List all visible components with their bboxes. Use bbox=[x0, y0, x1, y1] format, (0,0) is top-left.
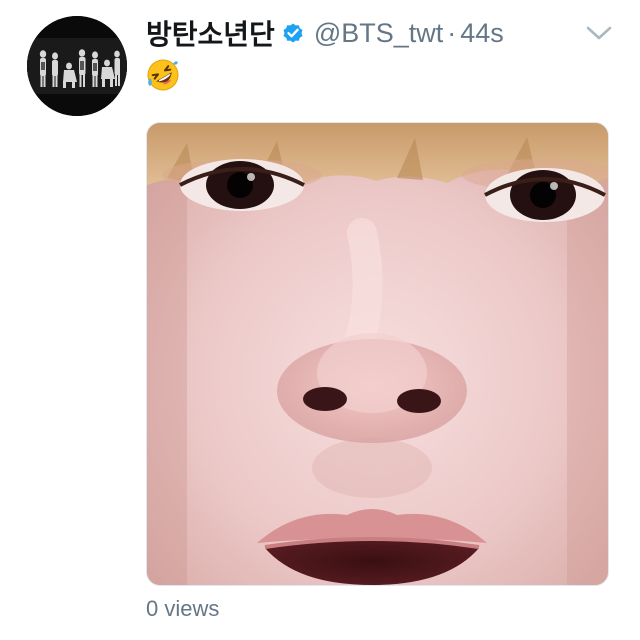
display-name[interactable]: 방탄소년단 bbox=[146, 13, 275, 53]
tweet-header: 방탄소년단 @BTS_twt · 44s bbox=[146, 13, 504, 53]
rolling-on-the-floor-laughing-emoji-icon bbox=[146, 58, 180, 92]
timestamp[interactable]: 44s bbox=[460, 18, 504, 49]
user-handle[interactable]: @BTS_twt bbox=[314, 18, 443, 49]
verified-badge-icon bbox=[281, 21, 305, 45]
view-count: 0 views bbox=[146, 596, 220, 621]
face-closeup-image bbox=[147, 123, 608, 585]
avatar-group-photo bbox=[27, 16, 127, 116]
avatar[interactable] bbox=[27, 16, 127, 116]
separator-dot: · bbox=[447, 17, 457, 48]
chevron-down-icon[interactable] bbox=[585, 22, 613, 44]
media-video-thumbnail[interactable] bbox=[146, 122, 609, 586]
